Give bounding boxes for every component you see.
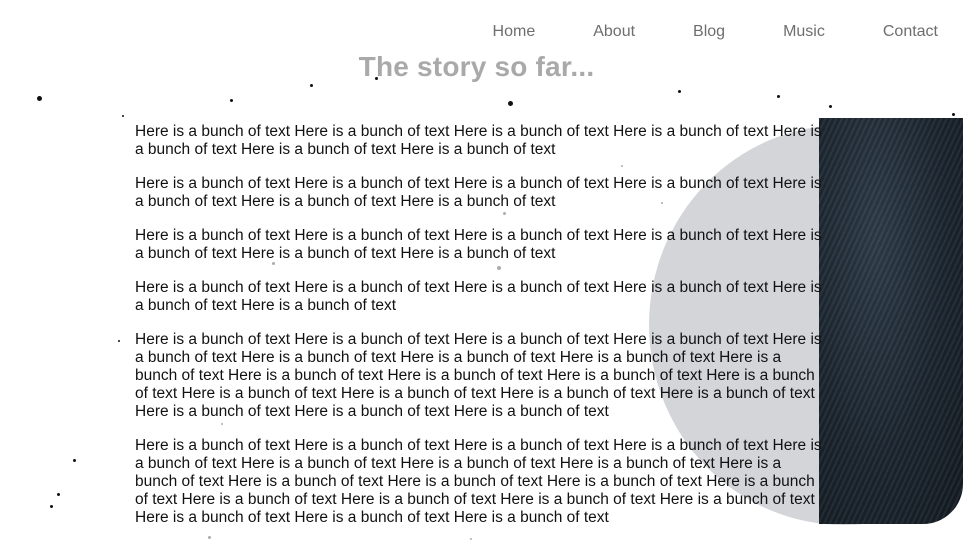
nav-link-music[interactable]: Music: [783, 22, 825, 42]
paragraph: Here is a bunch of text Here is a bunch …: [135, 437, 822, 526]
page: Home About Blog Music Contact The story …: [0, 0, 963, 542]
page-title: The story so far...: [358, 51, 595, 82]
nav-link-about[interactable]: About: [593, 22, 635, 42]
main-content: Here is a bunch of text Here is a bunch …: [135, 123, 825, 542]
paragraph: Here is a bunch of text Here is a bunch …: [135, 123, 822, 158]
nav-link-blog[interactable]: Blog: [693, 22, 725, 42]
paragraph: Here is a bunch of text Here is a bunch …: [135, 279, 822, 314]
paragraph: Here is a bunch of text Here is a bunch …: [135, 227, 822, 262]
nav-link-contact[interactable]: Contact: [883, 22, 938, 42]
decorative-dark-image: [819, 118, 963, 524]
paragraph: Here is a bunch of text Here is a bunch …: [135, 331, 822, 420]
nav-link-home[interactable]: Home: [493, 22, 536, 42]
paragraph: Here is a bunch of text Here is a bunch …: [135, 175, 822, 210]
top-nav: Home About Blog Music Contact: [493, 22, 938, 42]
